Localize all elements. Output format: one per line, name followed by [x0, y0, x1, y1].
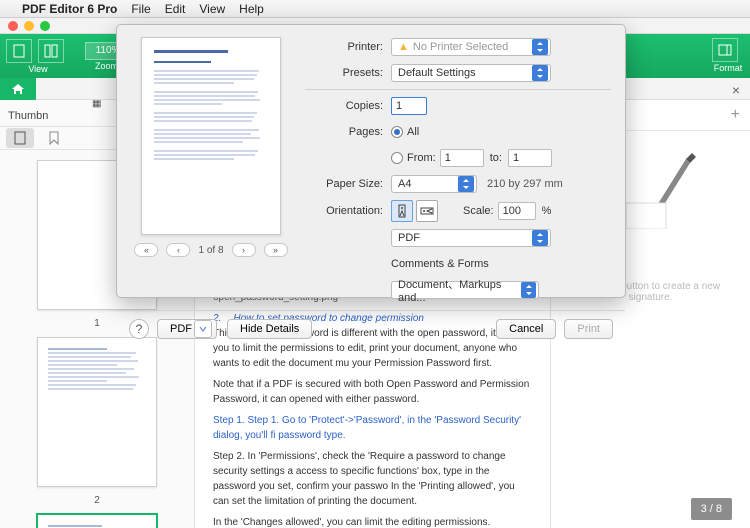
menu-view[interactable]: View: [199, 2, 225, 16]
orientation-portrait-button[interactable]: [391, 200, 413, 222]
section-2-para-2: Note that if a PDF is secured with both …: [213, 377, 532, 407]
pages-all-label: All: [407, 126, 419, 138]
orientation-landscape-button[interactable]: [416, 200, 438, 222]
home-button[interactable]: [0, 78, 36, 100]
close-panel-button[interactable]: ×: [732, 82, 740, 98]
output-format-caret: [532, 230, 548, 246]
menu-file[interactable]: File: [131, 2, 150, 16]
preview-next-button[interactable]: ›: [232, 243, 256, 257]
pages-range-radio[interactable]: [391, 152, 403, 164]
printer-label: Printer:: [305, 41, 391, 53]
thumbnail-page-1-label: 1: [94, 318, 100, 329]
comments-forms-select[interactable]: Document、Markups and...: [391, 281, 539, 299]
format-label: Format: [714, 63, 743, 73]
pages-all-radio[interactable]: [391, 126, 403, 138]
pages-label: Pages:: [305, 126, 391, 138]
paper-size-label: Paper Size:: [305, 178, 391, 190]
scale-label: Scale:: [463, 205, 494, 217]
pdf-dropdown-button[interactable]: PDF: [157, 319, 217, 339]
menu-edit[interactable]: Edit: [165, 2, 186, 16]
zoom-label: Zoom: [95, 61, 118, 71]
hide-details-button[interactable]: Hide Details: [227, 319, 312, 339]
scale-percent: %: [542, 205, 552, 217]
preview-prev-button[interactable]: ‹: [166, 243, 190, 257]
comments-forms-value: Document、Markups and...: [398, 276, 521, 304]
presets-select[interactable]: Default Settings: [391, 64, 551, 82]
print-dialog-footer: ? PDF Hide Details Cancel Print: [117, 310, 625, 347]
add-signature-button[interactable]: +: [731, 106, 740, 124]
page-thumb-mode-button[interactable]: [6, 128, 34, 148]
printer-select-value: No Printer Selected: [413, 41, 508, 53]
mac-menu-bar: PDF Editor 6 Pro File Edit View Help: [0, 0, 750, 18]
thumbnail-mode-icon[interactable]: ▦: [92, 100, 101, 109]
pdf-dropdown-label: PDF: [170, 323, 192, 335]
format-panel-button[interactable]: [712, 38, 738, 62]
copies-label: Copies:: [305, 100, 391, 112]
menu-help[interactable]: Help: [239, 2, 264, 16]
print-form: Printer: ▲No Printer Selected Presets: D…: [305, 37, 611, 306]
help-button[interactable]: ?: [129, 319, 149, 339]
presets-label: Presets:: [305, 67, 391, 79]
view-two-page-button[interactable]: [38, 39, 64, 63]
thumbnail-page-2-label: 2: [94, 495, 100, 506]
copies-input[interactable]: 1: [391, 97, 427, 115]
presets-select-value: Default Settings: [398, 67, 476, 79]
thumbnail-page-3[interactable]: [37, 514, 157, 528]
preview-first-button[interactable]: «: [134, 243, 158, 257]
pages-to-label: to:: [490, 152, 502, 164]
orientation-label: Orientation:: [305, 205, 391, 217]
printer-select-caret: [532, 39, 548, 55]
paper-size-value: A4: [398, 178, 411, 190]
preview-page-counter: 1 of 8: [198, 245, 223, 256]
print-preview-nav: « ‹ 1 of 8 › »: [134, 243, 287, 257]
bookmark-mode-button[interactable]: [40, 128, 68, 148]
view-single-page-button[interactable]: [6, 39, 32, 63]
pages-from-label: From:: [407, 152, 436, 164]
section-2-step-2: Step 2. In 'Permissions', check the 'Req…: [213, 449, 532, 509]
chevron-down-icon: [194, 320, 212, 338]
section-2-para-5: In the 'Changes allowed', you can limit …: [213, 515, 532, 528]
print-dialog: « ‹ 1 of 8 › » Printer: ▲No Printer Sele…: [116, 24, 626, 298]
presets-select-caret: [532, 65, 548, 81]
pages-from-input[interactable]: 1: [440, 149, 484, 167]
comments-forms-caret: [521, 282, 536, 298]
paper-dimensions: 210 by 297 mm: [487, 178, 563, 190]
window-zoom-button[interactable]: [40, 21, 50, 31]
preview-last-button[interactable]: »: [264, 243, 288, 257]
print-preview-pane: « ‹ 1 of 8 › »: [131, 37, 291, 306]
thumbnail-page-2[interactable]: [37, 337, 157, 487]
section-2-step-1: Step 1. Step 1. Go to 'Protect'->'Passwo…: [213, 413, 532, 443]
comments-forms-label: Comments & Forms: [391, 258, 489, 270]
window-minimize-button[interactable]: [24, 21, 34, 31]
pages-to-input[interactable]: 1: [508, 149, 552, 167]
output-format-select[interactable]: PDF: [391, 229, 551, 247]
view-label: View: [28, 64, 47, 74]
app-name[interactable]: PDF Editor 6 Pro: [22, 2, 117, 16]
print-button[interactable]: Print: [564, 319, 613, 339]
paper-size-caret: [458, 176, 474, 192]
print-preview-page: [141, 37, 281, 235]
cancel-button[interactable]: Cancel: [496, 319, 556, 339]
scale-input[interactable]: 100: [498, 202, 536, 220]
paper-size-select[interactable]: A4: [391, 175, 477, 193]
printer-select[interactable]: ▲No Printer Selected: [391, 38, 551, 56]
output-format-value: PDF: [398, 232, 420, 244]
window-close-button[interactable]: [8, 21, 18, 31]
